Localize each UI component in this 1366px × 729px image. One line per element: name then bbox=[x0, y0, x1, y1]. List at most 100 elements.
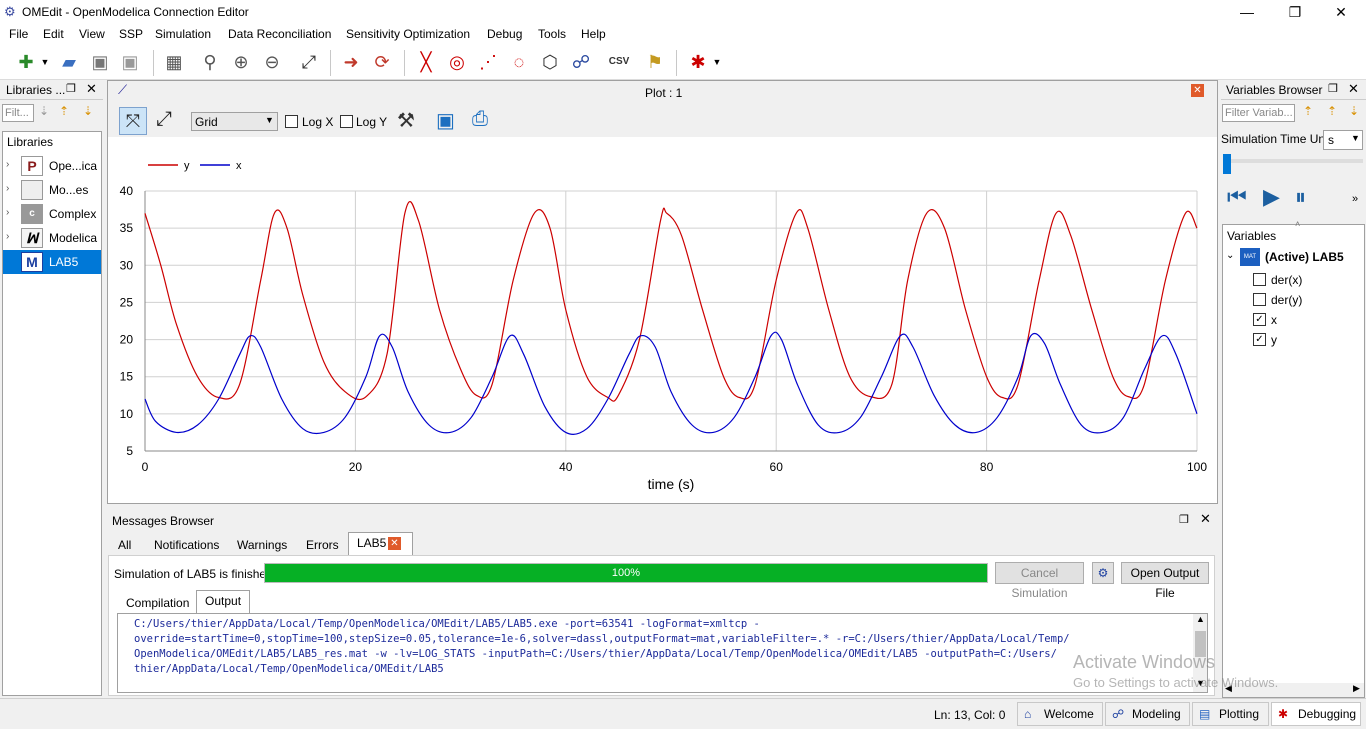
der-x-checkbox[interactable] bbox=[1253, 273, 1266, 286]
tab-notifications[interactable]: Notifications bbox=[145, 534, 228, 556]
open-folder-icon[interactable]: ▰ bbox=[57, 50, 81, 74]
scroll-right-icon[interactable]: ▶ bbox=[1353, 683, 1360, 694]
save-icon[interactable]: ▣ bbox=[88, 50, 112, 74]
array-parametric-plot-icon[interactable]: ◌ bbox=[507, 50, 531, 74]
library-item-openmodelica[interactable]: › P Ope...ica bbox=[3, 154, 101, 178]
new-file-icon[interactable]: ✚ bbox=[14, 50, 38, 74]
perspective-plotting[interactable]: ▤ Plotting bbox=[1192, 702, 1269, 726]
fit-in-view-icon[interactable]: ⤧ bbox=[119, 107, 147, 135]
pause-icon[interactable]: ⏸ bbox=[1295, 184, 1306, 210]
cancel-simulation-button[interactable]: Cancel Simulation bbox=[995, 562, 1084, 600]
variable-y[interactable]: ✓ y bbox=[1253, 331, 1363, 349]
logy-checkbox[interactable] bbox=[340, 114, 353, 129]
menu-debug[interactable]: Debug bbox=[487, 27, 522, 41]
expand-all-icon[interactable]: ⇡ bbox=[1303, 104, 1313, 118]
play-icon[interactable]: ▶ bbox=[1263, 184, 1280, 210]
tab-errors[interactable]: Errors bbox=[297, 534, 348, 556]
menu-file[interactable]: File bbox=[9, 27, 28, 41]
menu-simulation[interactable]: Simulation bbox=[155, 27, 211, 41]
grid-select[interactable]: Grid ▼ bbox=[191, 112, 278, 131]
variable-der-x[interactable]: der(x) bbox=[1253, 271, 1363, 289]
collapse-icon[interactable]: ⇣ bbox=[39, 104, 49, 118]
scroll-down-icon[interactable]: ▼ bbox=[1196, 678, 1205, 688]
library-filter-input[interactable]: Filt... bbox=[2, 104, 34, 122]
menu-view[interactable]: View bbox=[79, 27, 105, 41]
expand-arrow-icon[interactable]: › bbox=[6, 159, 9, 170]
simulate-setup-icon[interactable]: ⟳ bbox=[370, 50, 394, 74]
save-plot-icon[interactable]: ▣ bbox=[436, 108, 455, 133]
parametric-plot-icon[interactable]: ◎ bbox=[445, 50, 469, 74]
grid-icon[interactable]: ▦ bbox=[162, 50, 186, 74]
library-item-modelica[interactable]: › ꟽ Modelica bbox=[3, 226, 101, 250]
tab-lab5[interactable]: LAB5 ✕ bbox=[348, 532, 414, 556]
close-tab-icon[interactable]: ✕ bbox=[388, 537, 401, 550]
expand-arrow-icon[interactable]: › bbox=[6, 231, 9, 242]
time-slider[interactable] bbox=[1221, 154, 1366, 176]
menu-tools[interactable]: Tools bbox=[538, 27, 566, 41]
output-area[interactable]: C:/Users/thier/AppData/Local/Temp/OpenMo… bbox=[117, 613, 1208, 693]
close-panel-icon[interactable]: ✕ bbox=[1348, 81, 1359, 97]
y-checkbox[interactable]: ✓ bbox=[1253, 333, 1266, 346]
variables-hscrollbar[interactable]: ◀ ▶ bbox=[1223, 683, 1364, 697]
variable-x[interactable]: ✓ x bbox=[1253, 311, 1363, 329]
more-icon[interactable]: » bbox=[1352, 193, 1358, 205]
close-panel-icon[interactable]: ✕ bbox=[86, 81, 97, 97]
undock-icon[interactable]: ❐ bbox=[1179, 513, 1189, 526]
close-panel-icon[interactable]: ✕ bbox=[1200, 511, 1211, 527]
zoom-in-icon[interactable]: ⊕ bbox=[229, 50, 253, 74]
export-csv-icon[interactable]: CSV bbox=[607, 50, 631, 74]
pan-icon[interactable]: ⤢ bbox=[156, 108, 172, 131]
array-plot-icon[interactable]: ⋰ bbox=[476, 50, 500, 74]
maximize-button[interactable]: ❐ bbox=[1272, 2, 1318, 22]
zoom-icon[interactable]: ⚲ bbox=[198, 50, 222, 74]
variable-root-lab5[interactable]: ⌄ MAT (Active) LAB5 bbox=[1223, 247, 1363, 269]
logx-checkbox[interactable] bbox=[285, 114, 298, 129]
expand-arrow-icon[interactable]: ⌄ bbox=[1226, 250, 1234, 261]
menu-help[interactable]: Help bbox=[581, 27, 606, 41]
undock-icon[interactable]: ❐ bbox=[1328, 82, 1338, 95]
sort-up-icon[interactable]: ⇡ bbox=[59, 104, 69, 118]
tab-compilation[interactable]: Compilation bbox=[117, 592, 198, 614]
zoom-out-icon[interactable]: ⊖ bbox=[260, 50, 284, 74]
tab-warnings[interactable]: Warnings bbox=[228, 534, 296, 556]
undock-icon[interactable]: ❐ bbox=[66, 82, 76, 95]
network-icon[interactable]: ☍ bbox=[569, 50, 593, 74]
expand-arrow-icon[interactable]: › bbox=[6, 207, 9, 218]
variable-der-y[interactable]: der(y) bbox=[1253, 291, 1363, 309]
menu-ssp[interactable]: SSP bbox=[119, 27, 143, 41]
time-unit-select[interactable]: s ▼ bbox=[1323, 130, 1363, 150]
perspective-welcome[interactable]: ⌂ Welcome bbox=[1017, 702, 1103, 726]
close-plot-icon[interactable]: ✕ bbox=[1191, 84, 1204, 97]
plot-icon[interactable]: ╳ bbox=[414, 50, 438, 74]
output-scrollbar[interactable]: ▲ ▼ bbox=[1193, 614, 1207, 692]
sort-down-icon[interactable]: ⇣ bbox=[1349, 104, 1359, 118]
menu-sensitivity-optimization[interactable]: Sensitivity Optimization bbox=[346, 27, 470, 41]
tab-output[interactable]: Output bbox=[196, 590, 251, 614]
menu-data-reconciliation[interactable]: Data Reconciliation bbox=[228, 27, 331, 41]
save-all-icon[interactable]: ▣ bbox=[118, 50, 142, 74]
clear-broom-icon[interactable]: ⚑ bbox=[643, 50, 667, 74]
debugger-ladybug-icon[interactable]: ✱ bbox=[686, 50, 710, 74]
scroll-left-icon[interactable]: ◀ bbox=[1225, 683, 1232, 694]
sort-down-icon[interactable]: ⇣ bbox=[83, 104, 93, 118]
minimize-button[interactable]: — bbox=[1224, 2, 1270, 22]
menu-edit[interactable]: Edit bbox=[43, 27, 64, 41]
gear-icon[interactable]: ⚙ bbox=[1092, 562, 1114, 584]
debugger-dropdown-icon[interactable]: ▼ bbox=[712, 50, 722, 74]
simulate-icon[interactable]: ➜ bbox=[339, 50, 363, 74]
library-item-modelicaservices[interactable]: › Mo...es bbox=[3, 178, 101, 202]
expand-arrow-icon[interactable]: › bbox=[6, 183, 9, 194]
tab-all[interactable]: All bbox=[109, 534, 140, 556]
variable-filter-input[interactable]: Filter Variab... bbox=[1222, 104, 1295, 122]
plot-chart[interactable]: 0 20 40 60 80 100 5 10 15 20 25 30 35 40 time (s) y x bbox=[108, 137, 1217, 503]
close-button[interactable]: ✕ bbox=[1318, 2, 1364, 22]
der-y-checkbox[interactable] bbox=[1253, 293, 1266, 306]
x-checkbox[interactable]: ✓ bbox=[1253, 313, 1266, 326]
dropdown-arrow-icon[interactable]: ▼ bbox=[40, 50, 50, 74]
perspective-debugging[interactable]: ✱ Debugging bbox=[1271, 702, 1361, 726]
library-item-lab5[interactable]: M LAB5 bbox=[3, 250, 101, 274]
perspective-modeling[interactable]: ☍ Modeling bbox=[1105, 702, 1190, 726]
collapse-all-icon[interactable]: ⇡ bbox=[1327, 104, 1337, 118]
scroll-up-icon[interactable]: ▲ bbox=[1196, 614, 1205, 624]
settings-tools-icon[interactable]: ⚒ bbox=[397, 108, 415, 133]
